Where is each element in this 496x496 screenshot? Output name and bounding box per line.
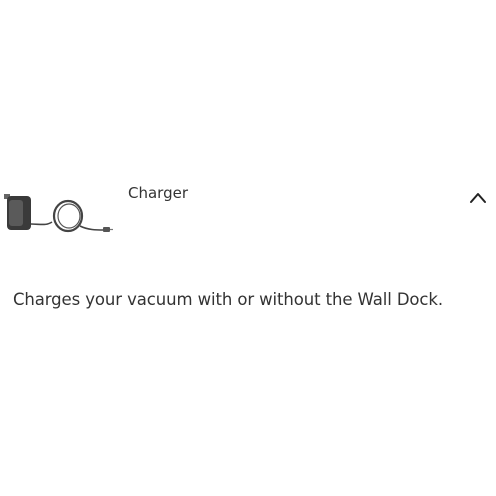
connector-tip <box>103 227 110 232</box>
cable-tail <box>79 225 105 231</box>
charger-product-icon <box>4 194 113 233</box>
accordion-body: Charges your vacuum with or without the … <box>13 288 491 312</box>
charger-product-image <box>0 188 116 244</box>
accordion-title: Charger <box>128 184 188 202</box>
cable <box>30 221 53 226</box>
chevron-up-icon[interactable] <box>466 188 490 208</box>
accordion-item-charger: Charger Charges your vacuum with or with… <box>0 0 496 496</box>
accordion-description: Charges your vacuum with or without the … <box>13 290 444 309</box>
charger-body-highlight <box>9 200 23 226</box>
accordion-header[interactable]: Charger <box>0 170 496 250</box>
cable-coil-inner <box>57 203 81 229</box>
